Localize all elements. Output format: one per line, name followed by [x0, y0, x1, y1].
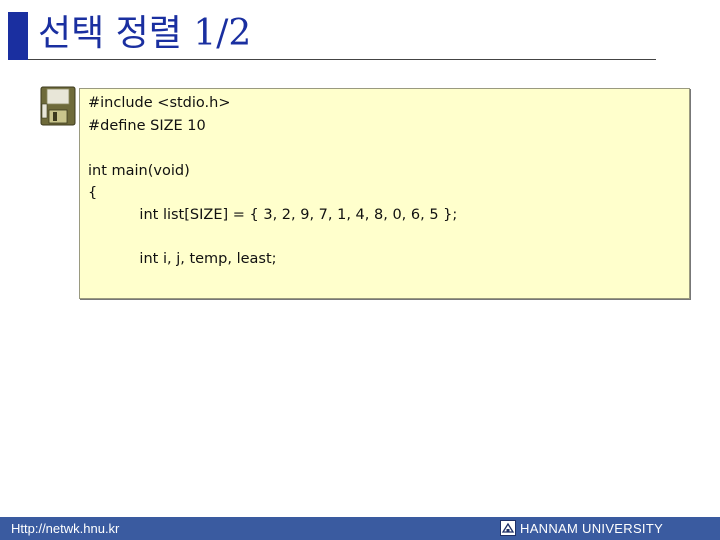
title-divider	[28, 59, 656, 60]
code-line: int list[SIZE] = { 3, 2, 9, 7, 1, 4, 8, …	[121, 207, 458, 223]
hannam-university-emblem-icon	[500, 520, 516, 536]
title-accent-bar	[8, 12, 28, 60]
code-line: {	[88, 185, 98, 201]
code-block: #include <stdio.h> #define SIZE 10 int m…	[79, 88, 690, 299]
code-line: int main(void)	[88, 163, 190, 179]
footer-url-link[interactable]: Http://netwk.hnu.kr	[11, 520, 119, 538]
floppy-disk-icon	[40, 86, 76, 126]
code-line: #include <stdio.h>	[88, 95, 231, 111]
footer-university-name: HANNAM UNIVERSITY	[520, 521, 664, 536]
page-title: 선택 정렬 1/2	[38, 13, 252, 54]
code-line: int i, j, temp, least;	[121, 251, 277, 267]
footer-bar: Http://netwk.hnu.kr HANNAM UNIVERSITY	[0, 517, 720, 540]
code-line: #define SIZE 10	[88, 118, 206, 134]
